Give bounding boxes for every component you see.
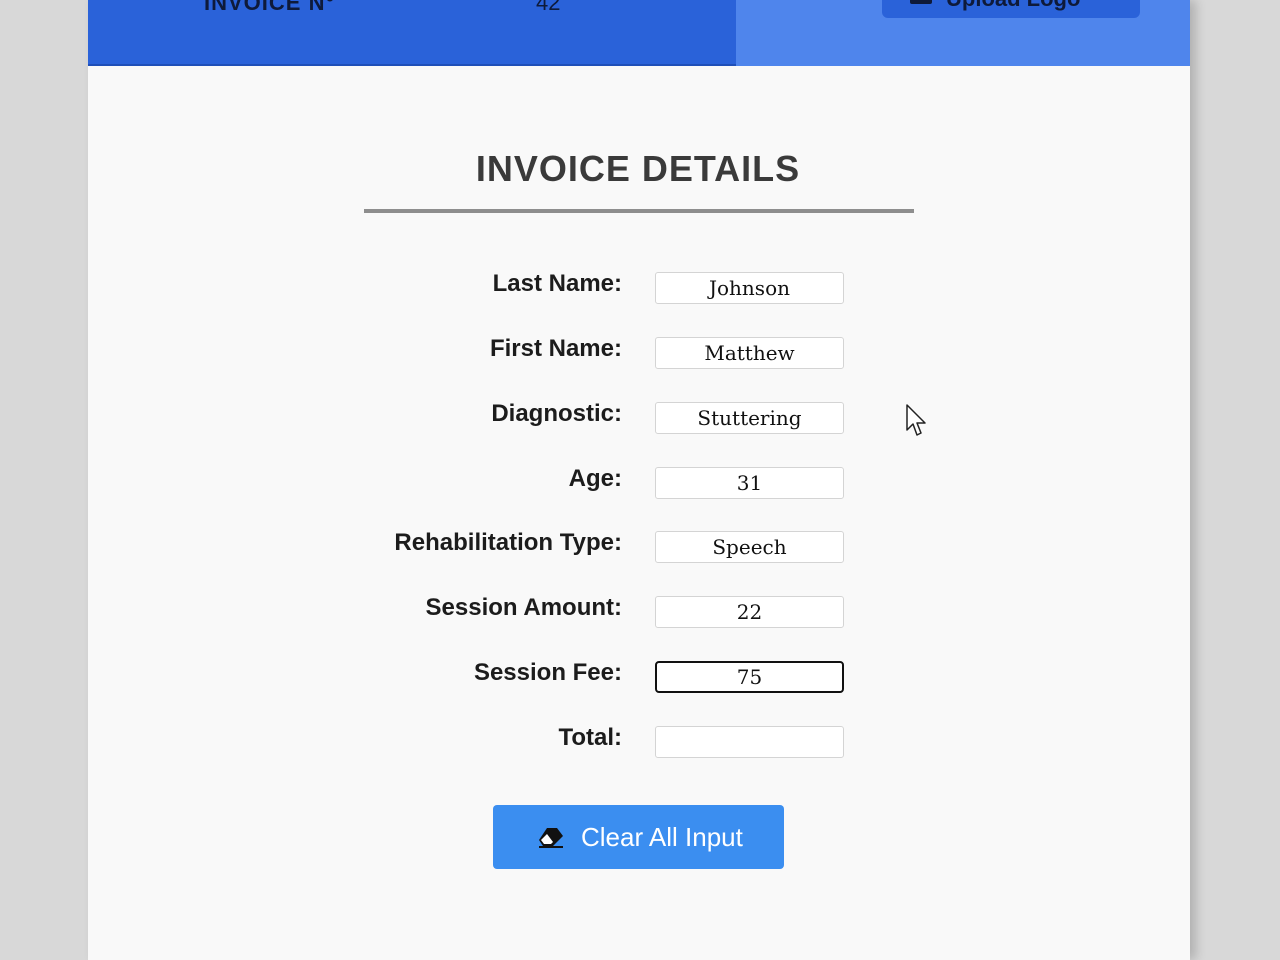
last-name-input[interactable] bbox=[655, 272, 844, 304]
age-input[interactable] bbox=[655, 467, 844, 499]
session-amount-label: Session Amount: bbox=[425, 594, 622, 621]
form-row-session-amount: Session Amount: bbox=[88, 594, 1190, 628]
form-row-total: Total: bbox=[88, 724, 1190, 758]
rehabilitation-type-label: Rehabilitation Type: bbox=[394, 529, 622, 556]
upload-icon bbox=[910, 0, 932, 4]
last-name-label: Last Name: bbox=[492, 270, 622, 297]
total-input[interactable] bbox=[655, 726, 844, 758]
first-name-label: First Name: bbox=[489, 335, 622, 362]
clear-all-input-label: Clear All Input bbox=[581, 821, 743, 852]
total-label: Total: bbox=[558, 724, 622, 751]
section-title: INVOICE DETAILS bbox=[475, 148, 801, 189]
first-name-input[interactable] bbox=[655, 337, 844, 369]
clear-all-input-button[interactable]: Clear All Input bbox=[493, 805, 784, 869]
form-row-age: Age: bbox=[88, 465, 1190, 499]
upload-logo-label: Upload Logo bbox=[946, 0, 1080, 11]
invoice-number-label: INVOICE N° bbox=[204, 0, 336, 15]
form-row-last-name: Last Name: bbox=[88, 270, 1190, 304]
title-divider bbox=[364, 209, 914, 213]
header-left-panel: INVOICE N° 42 bbox=[88, 0, 736, 66]
invoice-page: INVOICE N° 42 Upload Logo INVOICE DETAIL… bbox=[88, 0, 1190, 960]
invoice-number-value: 42 bbox=[536, 0, 561, 15]
diagnostic-label: Diagnostic: bbox=[491, 400, 622, 427]
session-fee-label: Session Fee: bbox=[473, 659, 622, 686]
form-row-first-name: First Name: bbox=[88, 335, 1190, 369]
upload-logo-button[interactable]: Upload Logo bbox=[882, 0, 1140, 18]
form-row-rehabilitation-type: Rehabilitation Type: bbox=[88, 529, 1190, 563]
invoice-header: INVOICE N° 42 Upload Logo bbox=[88, 0, 1190, 66]
diagnostic-input[interactable] bbox=[655, 402, 844, 434]
eraser-icon bbox=[539, 828, 563, 848]
form-row-session-fee: Session Fee: bbox=[88, 659, 1190, 693]
form-row-diagnostic: Diagnostic: bbox=[88, 400, 1190, 434]
mouse-pointer-icon bbox=[906, 404, 926, 436]
session-fee-input[interactable] bbox=[655, 661, 844, 693]
age-label: Age: bbox=[568, 465, 622, 492]
rehabilitation-type-input[interactable] bbox=[655, 531, 844, 563]
session-amount-input[interactable] bbox=[655, 596, 844, 628]
